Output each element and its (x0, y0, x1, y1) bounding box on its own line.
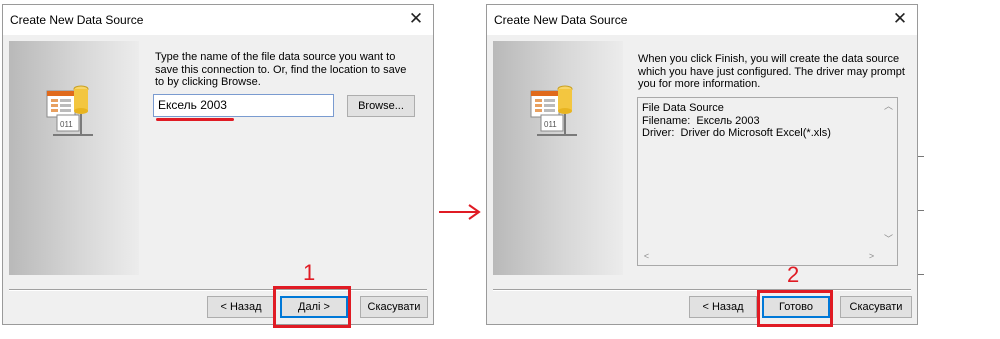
data-source-name-input[interactable]: Ексель 2003 (153, 94, 334, 117)
arrow-right-icon (439, 204, 481, 220)
chevron-right-icon[interactable]: > (863, 248, 880, 265)
create-data-source-dialog-finish-step: Create New Data Source ✕ 011 When you cl… (486, 4, 918, 325)
svg-text:011: 011 (60, 120, 73, 129)
instruction-text: Type the name of the file data source yo… (155, 51, 407, 88)
horizontal-scrollbar[interactable]: < > (638, 248, 880, 265)
step-1-highlight-box (273, 286, 351, 328)
step-2-highlight-box (757, 290, 833, 327)
separator (9, 289, 427, 291)
title-bar: Create New Data Source ✕ (3, 5, 433, 35)
svg-text:011: 011 (544, 120, 557, 129)
database-icon: 011 (530, 85, 577, 136)
step-number-1: 1 (303, 260, 316, 285)
instruction-text: When you click Finish, you will create t… (638, 53, 905, 90)
dialog-title: Create New Data Source (10, 13, 144, 27)
browse-button[interactable]: Browse... (347, 95, 415, 117)
cancel-button[interactable]: Скасувати (360, 296, 428, 318)
name-highlight-underline (156, 118, 234, 121)
back-button[interactable]: < Назад (689, 296, 757, 318)
wizard-side-image: 011 (493, 41, 623, 275)
back-button[interactable]: < Назад (207, 296, 275, 318)
background-mark (918, 274, 924, 275)
step-number-2: 2 (787, 262, 800, 287)
summary-textbox[interactable]: File Data Source Filename: Ексель 2003 D… (637, 97, 898, 266)
chevron-up-icon[interactable]: ︿ (880, 98, 897, 115)
vertical-scrollbar[interactable]: ︿ ﹀ (880, 98, 897, 248)
database-icon: 011 (46, 85, 93, 136)
dialog-title: Create New Data Source (494, 13, 628, 27)
title-bar: Create New Data Source ✕ (487, 5, 917, 35)
chevron-left-icon[interactable]: < (638, 248, 655, 265)
background-mark (918, 210, 924, 211)
separator (493, 289, 911, 291)
background-mark (918, 156, 924, 157)
summary-text: File Data Source Filename: Ексель 2003 D… (642, 102, 831, 139)
chevron-down-icon[interactable]: ﹀ (880, 231, 897, 248)
close-icon[interactable]: ✕ (891, 10, 909, 28)
wizard-side-image: 011 (9, 41, 139, 275)
create-data-source-dialog-name-step: Create New Data Source ✕ 011 Type the na… (2, 4, 434, 325)
cancel-button[interactable]: Скасувати (840, 296, 912, 318)
close-icon[interactable]: ✕ (407, 10, 425, 28)
